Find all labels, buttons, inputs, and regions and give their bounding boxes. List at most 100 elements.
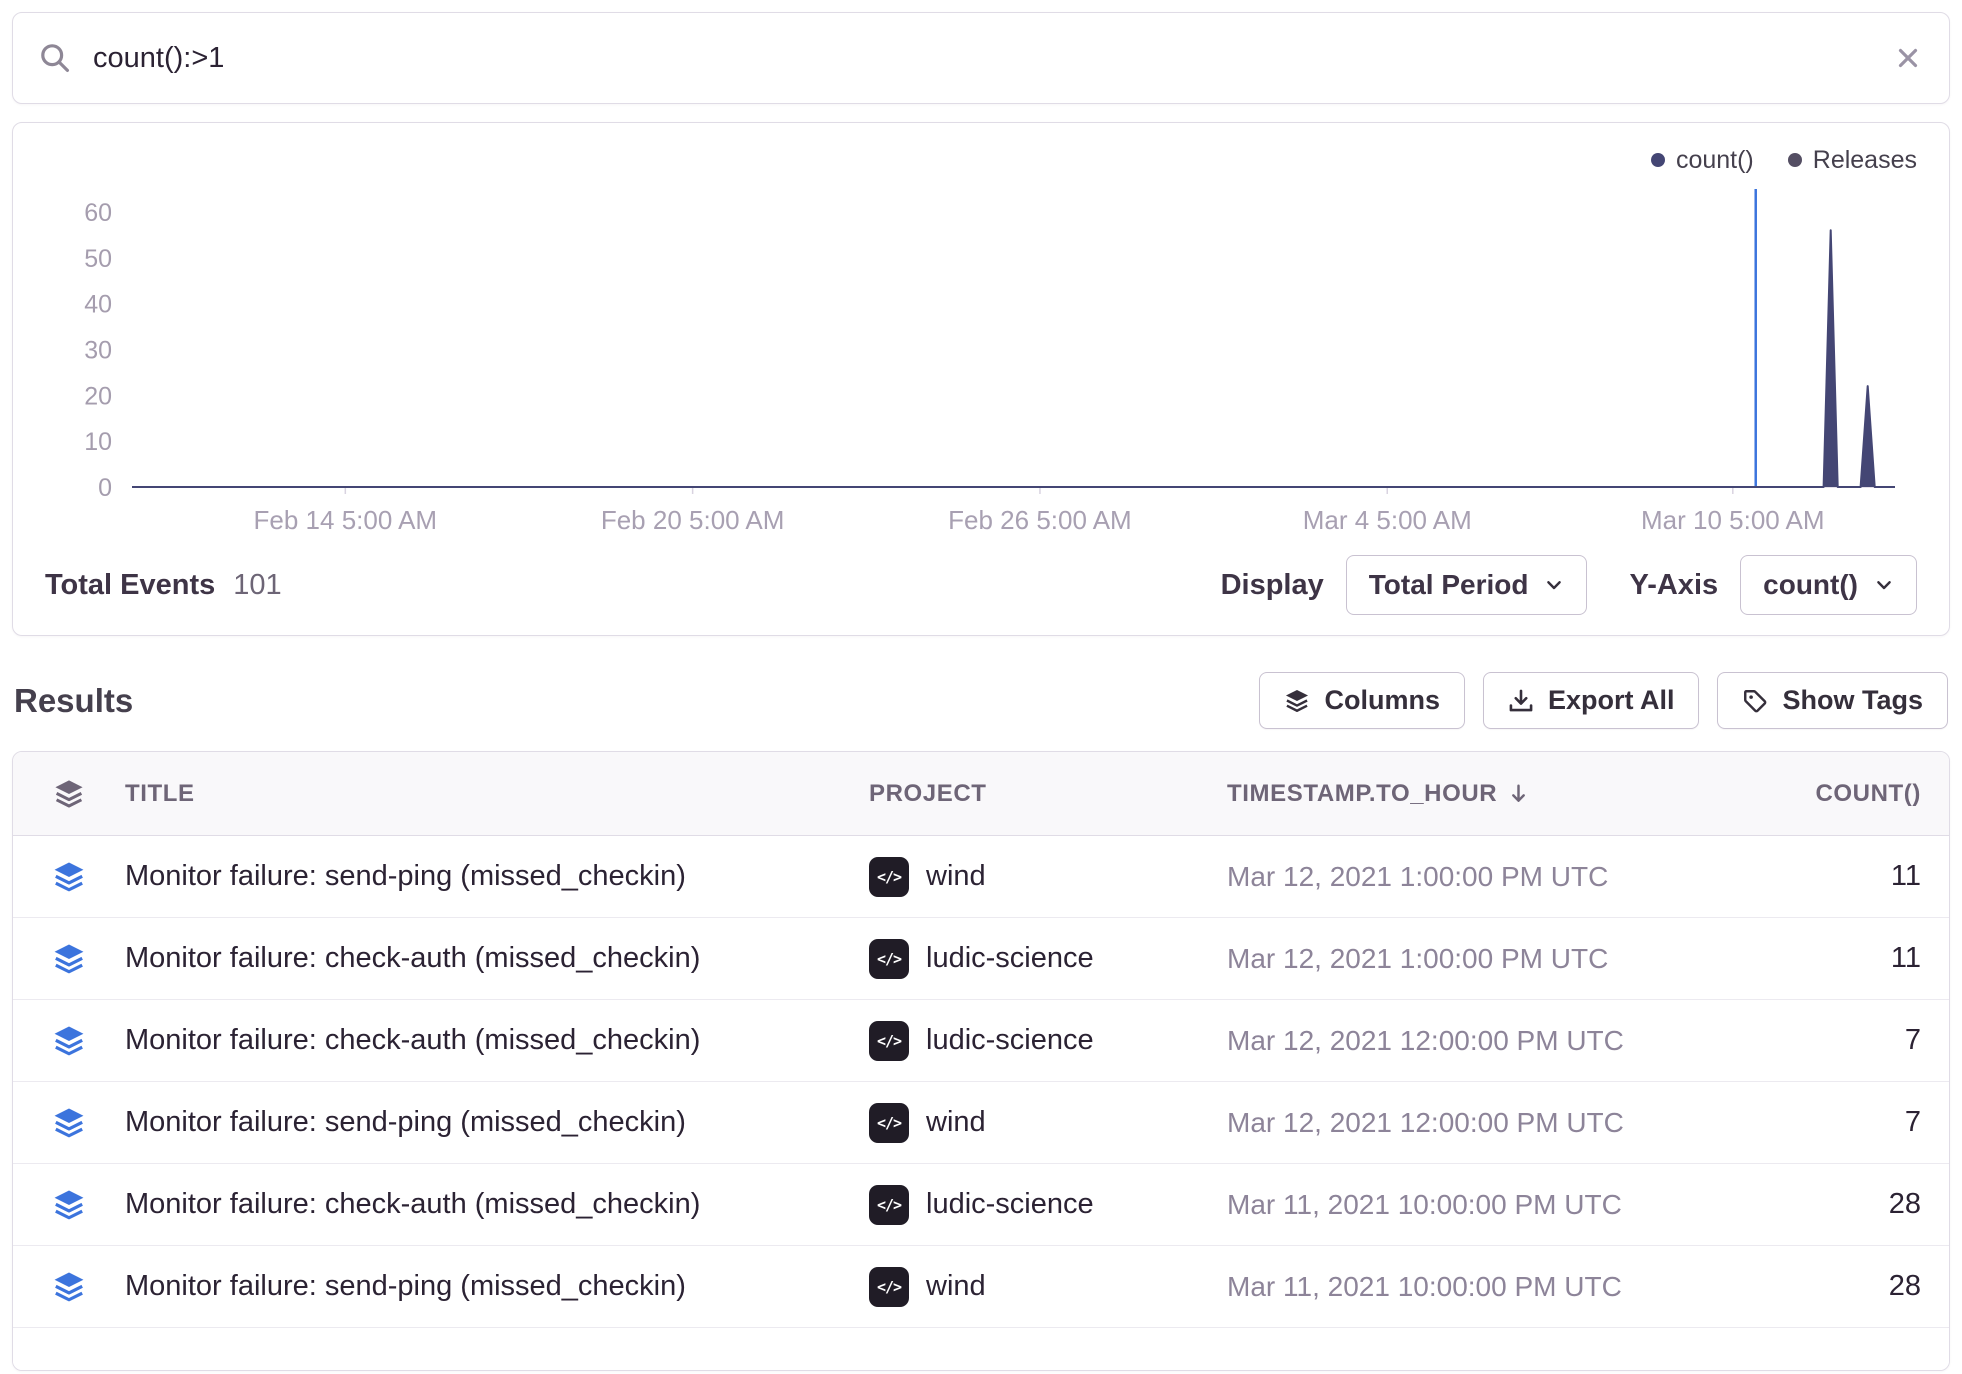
event-title-cell: Monitor failure: check-auth (missed_chec… [125, 942, 869, 975]
timestamp-cell: Mar 12, 2021 1:00:00 PM UTC [1227, 861, 1779, 893]
project-cell: </> ludic-science [869, 1185, 1227, 1225]
table-row[interactable]: Monitor failure: send-ping (missed_check… [13, 836, 1949, 918]
project-name: ludic-science [926, 942, 1094, 975]
table-row[interactable]: Monitor failure: check-auth (missed_chec… [13, 1164, 1949, 1246]
event-title-link[interactable]: Monitor failure: send-ping (missed_check… [125, 1270, 686, 1302]
count-cell: 28 [1779, 1270, 1949, 1303]
display-label: Display [1221, 569, 1324, 602]
total-events-label: Total Events [45, 569, 215, 602]
legend-label: count() [1676, 146, 1754, 175]
tag-icon [1742, 688, 1768, 714]
chevron-down-icon [1544, 575, 1564, 595]
columns-button[interactable]: Columns [1259, 672, 1465, 729]
svg-text:Feb 14 5:00 AM: Feb 14 5:00 AM [254, 505, 438, 535]
table-row[interactable]: Monitor failure: check-auth (missed_chec… [13, 1000, 1949, 1082]
table-row[interactable]: Monitor failure: send-ping (missed_check… [13, 1246, 1949, 1328]
project-platform-icon: </> [869, 1267, 909, 1307]
results-table: TITLE PROJECT TIMESTAMP.TO_HOUR COUNT() … [12, 751, 1950, 1371]
project-platform-icon: </> [869, 1021, 909, 1061]
yaxis-label: Y-Axis [1629, 569, 1718, 602]
project-platform-icon: </> [869, 1185, 909, 1225]
stack-icon[interactable] [53, 778, 85, 810]
legend-dot [1651, 153, 1665, 167]
event-title-cell: Monitor failure: check-auth (missed_chec… [125, 1188, 869, 1221]
stack-icon [52, 1024, 86, 1058]
table-row[interactable]: Monitor failure: send-ping (missed_check… [13, 1082, 1949, 1164]
event-title-cell: Monitor failure: send-ping (missed_check… [125, 860, 869, 893]
yaxis-dropdown[interactable]: count() [1740, 555, 1917, 615]
clear-search-button[interactable] [1893, 43, 1923, 73]
table-body: Monitor failure: send-ping (missed_check… [13, 836, 1949, 1328]
results-actions: Columns Export All Show Tags [1259, 672, 1948, 729]
event-title-link[interactable]: Monitor failure: check-auth (missed_chec… [125, 1188, 700, 1220]
svg-text:0: 0 [98, 474, 112, 502]
search-bar [12, 12, 1950, 104]
count-cell: 11 [1779, 860, 1949, 893]
chart-panel: count()Releases 0102030405060Feb 14 5:00… [12, 122, 1950, 636]
project-name: ludic-science [926, 1024, 1094, 1057]
svg-text:60: 60 [84, 199, 112, 227]
event-title-link[interactable]: Monitor failure: check-auth (missed_chec… [125, 1024, 700, 1056]
project-name: ludic-science [926, 1188, 1094, 1221]
button-label: Columns [1324, 685, 1440, 716]
timestamp-cell: Mar 12, 2021 12:00:00 PM UTC [1227, 1025, 1779, 1057]
count-cell: 11 [1779, 942, 1949, 975]
project-cell: </> wind [869, 857, 1227, 897]
event-title-cell: Monitor failure: check-auth (missed_chec… [125, 1024, 869, 1057]
project-cell: </> wind [869, 1267, 1227, 1307]
export-all-button[interactable]: Export All [1483, 672, 1700, 729]
search-input[interactable] [91, 41, 1873, 76]
events-timeseries-chart[interactable]: 0102030405060Feb 14 5:00 AMFeb 20 5:00 A… [37, 179, 1925, 539]
table-row[interactable]: Monitor failure: check-auth (missed_chec… [13, 918, 1949, 1000]
column-header-timestamp[interactable]: TIMESTAMP.TO_HOUR [1227, 780, 1779, 808]
event-title-link[interactable]: Monitor failure: check-auth (missed_chec… [125, 942, 700, 974]
sort-desc-icon [1507, 782, 1530, 805]
stack-icon [52, 860, 86, 894]
event-title-link[interactable]: Monitor failure: send-ping (missed_check… [125, 860, 686, 892]
stack-icon [52, 1188, 86, 1222]
total-events-value: 101 [233, 569, 281, 602]
svg-text:Feb 26 5:00 AM: Feb 26 5:00 AM [948, 505, 1132, 535]
svg-text:30: 30 [84, 336, 112, 364]
search-icon [39, 42, 71, 74]
column-header-count[interactable]: COUNT() [1779, 780, 1949, 808]
legend-item-count[interactable]: count() [1651, 146, 1754, 175]
close-icon [1893, 43, 1923, 73]
results-header: Results ColumnsExport AllShow Tags [14, 672, 1948, 729]
svg-text:Mar 10 5:00 AM: Mar 10 5:00 AM [1641, 505, 1825, 535]
display-dropdown[interactable]: Total Period [1346, 555, 1588, 615]
timestamp-cell: Mar 12, 2021 12:00:00 PM UTC [1227, 1107, 1779, 1139]
project-name: wind [926, 860, 986, 893]
project-platform-icon: </> [869, 939, 909, 979]
layers-icon [1284, 688, 1310, 714]
stack-icon [52, 1106, 86, 1140]
column-header-title[interactable]: TITLE [125, 780, 869, 808]
chevron-down-icon [1874, 575, 1894, 595]
svg-text:Feb 20 5:00 AM: Feb 20 5:00 AM [601, 505, 785, 535]
legend-item-releases[interactable]: Releases [1788, 146, 1917, 175]
count-cell: 7 [1779, 1106, 1949, 1139]
count-cell: 7 [1779, 1024, 1949, 1057]
chart-legend: count() Releases [37, 141, 1925, 179]
svg-text:50: 50 [84, 245, 112, 273]
display-dropdown-value: Total Period [1369, 569, 1529, 601]
project-platform-icon: </> [869, 1103, 909, 1143]
svg-text:Mar 4 5:00 AM: Mar 4 5:00 AM [1303, 505, 1472, 535]
project-cell: </> wind [869, 1103, 1227, 1143]
button-label: Export All [1548, 685, 1675, 716]
table-header: TITLE PROJECT TIMESTAMP.TO_HOUR COUNT() [13, 752, 1949, 836]
project-name: wind [926, 1106, 986, 1139]
chart-footer: Total Events 101 Display Total Period Y-… [37, 549, 1925, 617]
timestamp-cell: Mar 11, 2021 10:00:00 PM UTC [1227, 1189, 1779, 1221]
event-title-cell: Monitor failure: send-ping (missed_check… [125, 1270, 869, 1303]
legend-label: Releases [1813, 146, 1917, 175]
button-label: Show Tags [1782, 685, 1923, 716]
project-cell: </> ludic-science [869, 939, 1227, 979]
show-tags-button[interactable]: Show Tags [1717, 672, 1948, 729]
yaxis-dropdown-value: count() [1763, 569, 1858, 601]
stack-icon [52, 1270, 86, 1304]
svg-text:20: 20 [84, 382, 112, 410]
event-title-link[interactable]: Monitor failure: send-ping (missed_check… [125, 1106, 686, 1138]
svg-text:10: 10 [84, 428, 112, 456]
column-header-project[interactable]: PROJECT [869, 780, 1227, 808]
